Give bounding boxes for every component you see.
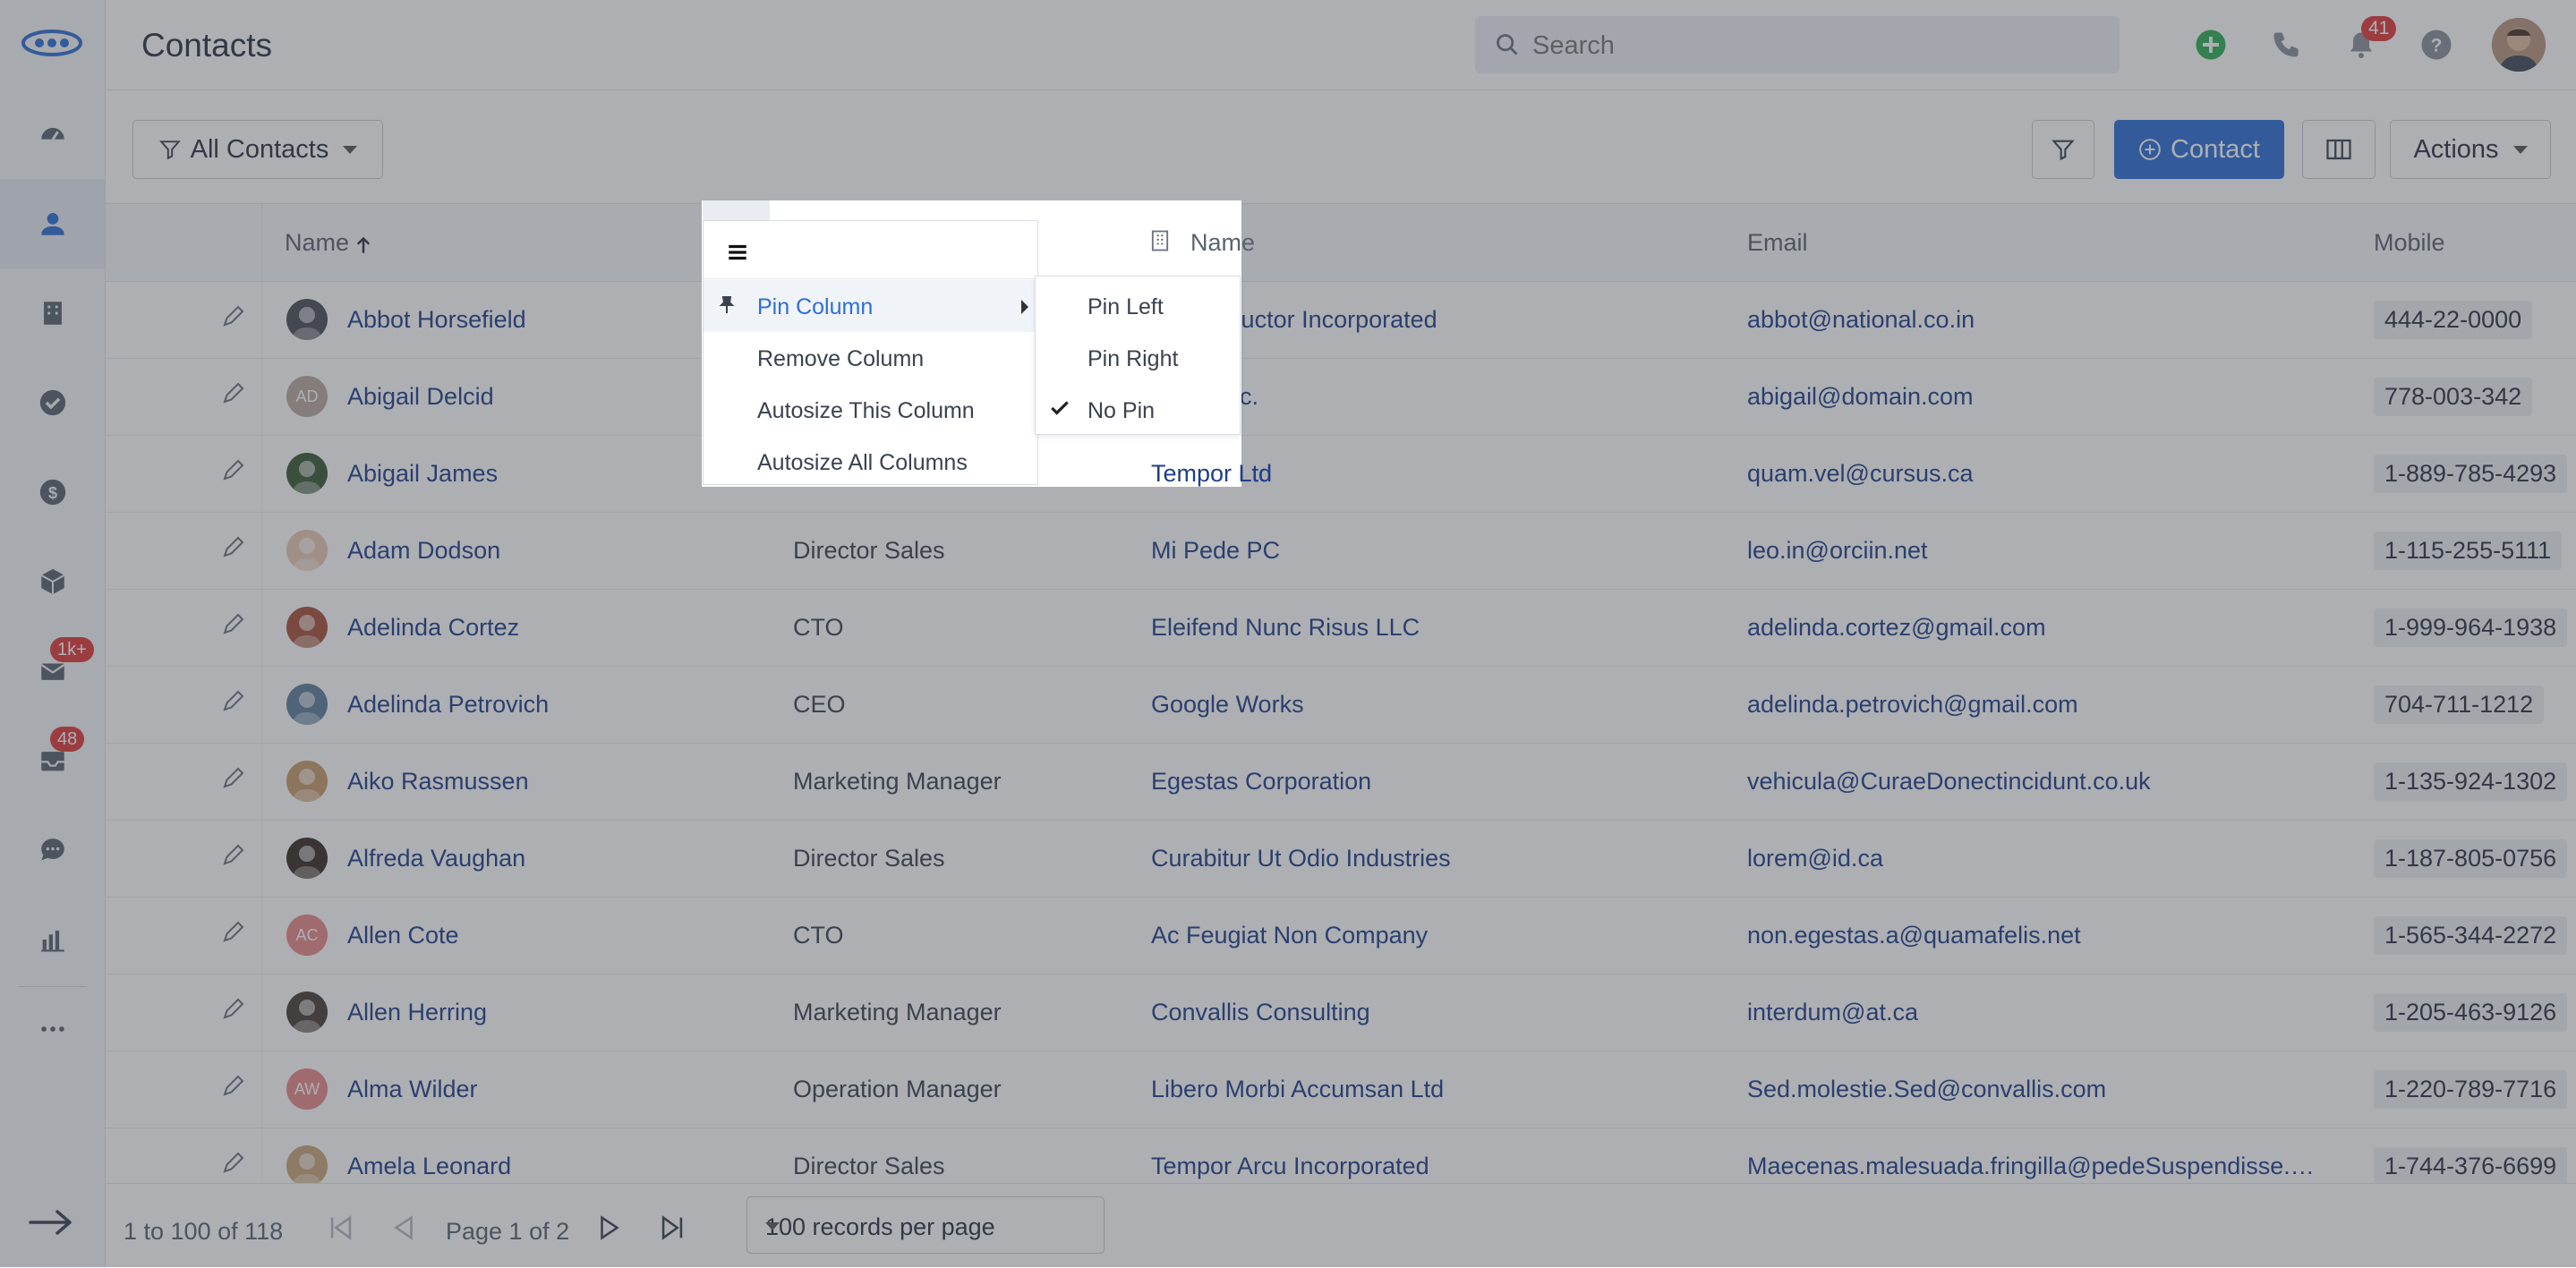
crm-app: $ 1k+ 48 Contacts Search 41 ? All Contac… [0, 0, 2576, 1268]
menu-item-label: Autosize All Columns [757, 450, 968, 475]
submenu-item-label: Pin Right [1088, 346, 1179, 371]
submenu-item-pin-right[interactable]: Pin Right [1036, 332, 1240, 384]
menu-item-label: Pin Column [757, 294, 874, 319]
pin-icon [719, 296, 735, 313]
submenu-item-label: Pin Left [1088, 294, 1164, 319]
menu-item-pin-column[interactable]: Pin Column [704, 280, 1037, 332]
submenu-arrow-icon [1021, 300, 1028, 314]
pin-submenu: Pin Left Pin Right No Pin [1035, 276, 1241, 435]
column-header-company[interactable]: Name [1190, 229, 1255, 257]
submenu-item-pin-left[interactable]: Pin Left [1036, 280, 1240, 332]
menu-divider [704, 278, 1039, 279]
modal-overlay[interactable] [0, 0, 2576, 1267]
menu-item-autosize-all-columns[interactable]: Autosize All Columns [704, 436, 1037, 488]
submenu-item-no-pin[interactable]: No Pin [1036, 384, 1240, 436]
hamburger-icon [729, 244, 746, 260]
menu-item-autosize-this-column[interactable]: Autosize This Column [704, 384, 1037, 436]
company-column-icon [1151, 230, 1169, 251]
column-menu-tab [703, 200, 770, 220]
menu-item-label: Remove Column [757, 346, 925, 371]
checkmark-icon [1051, 401, 1069, 415]
company-cell-partial[interactable]: Tempor Ltd [1151, 460, 1272, 488]
column-menu-hamburger[interactable] [716, 231, 759, 274]
menu-item-remove-column[interactable]: Remove Column [704, 332, 1037, 384]
submenu-item-label: No Pin [1088, 398, 1156, 423]
menu-item-label: Autosize This Column [757, 398, 975, 423]
